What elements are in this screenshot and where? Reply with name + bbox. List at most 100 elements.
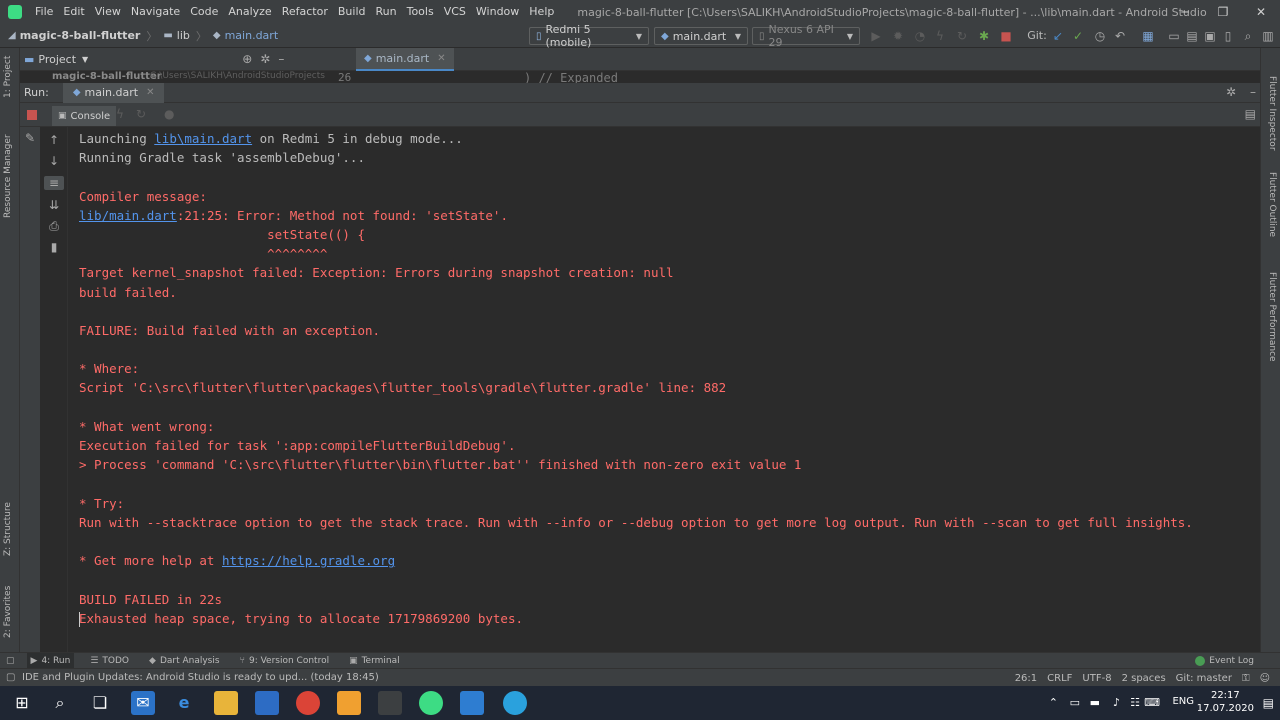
chrome-icon[interactable] [296,691,320,715]
menu-vcs[interactable]: VCS [439,0,471,24]
network-icon[interactable]: ☷ [1130,696,1140,709]
scroll-to-end-icon[interactable]: ⇊ [44,198,64,212]
layout-inspector-icon[interactable]: ▣ [1202,28,1218,44]
hot-restart-icon[interactable]: ↻ [954,28,970,44]
lock-icon[interactable]: ⚿ [1242,673,1250,684]
stripe-tab-project[interactable]: 1: Project [3,56,13,98]
hot-reload-icon[interactable]: ϟ [116,107,124,121]
console-output[interactable]: Launching lib\main.dart on Redmi 5 in de… [68,127,1260,652]
assistant-icon[interactable]: ▥ [1260,28,1276,44]
bottom-tab-dart-analysis[interactable]: ◆ Dart Analysis [145,653,224,669]
bottom-tab-run[interactable]: ▶ 4: Run [26,652,75,669]
keyboard-icon[interactable]: ⌨ [1144,696,1160,709]
stripe-tab-flutter-inspector[interactable]: Flutter Inspector [1267,76,1277,151]
event-log-tab[interactable]: Event Log [1195,653,1254,669]
run-tab-main-dart[interactable]: ◆ main.dart ✕ [62,82,165,103]
hide-icon[interactable]: – [278,52,284,66]
android-studio-icon[interactable] [419,691,443,715]
minimize-button[interactable]: ─ [1166,0,1204,24]
stripe-tab-favorites[interactable]: 2: Favorites [3,586,13,638]
git-branch[interactable]: Git: master [1176,673,1232,684]
editor-tab-main-dart[interactable]: ◆ main.dart ✕ [356,48,454,71]
language-indicator[interactable]: ENG [1172,696,1194,707]
menu-code[interactable]: Code [185,0,223,24]
soft-wrap-icon[interactable]: ≡ [44,176,64,190]
run-icon[interactable]: ▶ [868,28,884,44]
bottom-tab-version-control[interactable]: ⑂ 9: Version Control [236,653,334,669]
pycharm-icon[interactable] [378,691,402,715]
profile-icon[interactable]: ◔ [912,28,928,44]
arrow-down-icon[interactable]: ↓ [44,154,64,168]
menu-build[interactable]: Build [333,0,371,24]
breadcrumb-folder[interactable]: ▬ lib [163,29,190,42]
layout-icon[interactable]: ▤ [1245,107,1256,121]
menu-view[interactable]: View [90,0,126,24]
stripe-tab-flutter-performance[interactable]: Flutter Performance [1267,272,1277,362]
stripe-tab-flutter-outline[interactable]: Flutter Outline [1267,172,1277,237]
file-explorer-icon[interactable] [214,691,238,715]
stripe-tab-resource-manager[interactable]: Resource Manager [3,134,13,218]
edge-icon[interactable]: e [172,692,196,714]
device-selector[interactable]: ▯ Redmi 5 (mobile) ▼ [529,23,649,49]
stop-icon[interactable] [27,110,37,120]
console-link[interactable]: https://help.gradle.org [222,553,395,568]
windows-start-icon[interactable]: ⊞ [10,692,34,714]
photos-icon[interactable] [460,691,484,715]
status-message[interactable]: IDE and Plugin Updates: Android Studio i… [22,672,379,683]
console-link[interactable]: lib/main.dart [79,208,177,223]
breadcrumb-project[interactable]: ◢ magic-8-ball-flutter [8,29,140,42]
git-rollback-icon[interactable]: ↶ [1112,28,1128,44]
git-update-icon[interactable]: ↙ [1050,28,1066,44]
debug-icon[interactable]: ✹ [890,28,906,44]
arrow-up-icon[interactable]: ↑ [44,133,64,147]
notifications-icon[interactable]: ▤ [1263,696,1274,710]
avd-selector[interactable]: ▯ Nexus 6 API 29 ▼ [752,23,860,49]
indent-setting[interactable]: 2 spaces [1122,673,1166,684]
menu-analyze[interactable]: Analyze [223,0,276,24]
pin-icon[interactable]: ✎ [20,131,40,145]
console-tab[interactable]: ▣ Console [52,106,117,126]
project-view-selector[interactable]: ▬ Project ▼ [24,53,88,66]
stop-icon[interactable]: ■ [998,28,1014,44]
tray-app-icon[interactable]: ▭ [1070,696,1080,709]
search-icon[interactable]: ⌕ [1240,28,1256,44]
settings-icon[interactable]: ✲ [1226,85,1236,99]
file-encoding[interactable]: UTF-8 [1082,673,1111,684]
open-devtools-icon[interactable]: ● [164,107,174,121]
menu-edit[interactable]: Edit [58,0,89,24]
cursor-position[interactable]: 26:1 [1015,673,1037,684]
sdk-manager-icon[interactable]: ▤ [1184,28,1200,44]
volume-icon[interactable]: ♪ [1113,696,1120,709]
menu-tools[interactable]: Tools [402,0,439,24]
telegram-icon[interactable] [503,691,527,715]
run-config-selector[interactable]: ◆ main.dart ▼ [654,27,748,45]
hide-icon[interactable]: – [1250,85,1256,99]
avd-manager-icon[interactable]: ▭ [1166,28,1182,44]
menu-refactor[interactable]: Refactor [277,0,333,24]
task-view-icon[interactable]: ❏ [88,692,112,714]
store-icon[interactable] [255,691,279,715]
tray-chevron-up-icon[interactable]: ⌃ [1049,696,1058,709]
close-tab-icon[interactable]: ✕ [437,53,445,64]
device-manager-icon[interactable]: ▯ [1220,28,1236,44]
close-tab-icon[interactable]: ✕ [146,87,154,98]
close-window-button[interactable]: ✕ [1242,0,1280,24]
system-clock[interactable]: 22:17 17.07.2020 [1197,689,1254,715]
settings-icon[interactable]: ✲ [260,52,270,66]
hot-restart-icon[interactable]: ↻ [136,107,146,121]
console-link[interactable]: lib\main.dart [154,131,252,146]
bottom-tab-todo[interactable]: ☰ TODO [86,653,133,669]
bug-icon[interactable]: ✱ [976,28,992,44]
print-icon[interactable]: ⎙ [44,219,64,234]
breadcrumb-file[interactable]: ◆ main.dart [213,29,278,42]
git-commit-icon[interactable]: ✓ [1070,28,1086,44]
battery-icon[interactable]: ▬ [1090,696,1100,709]
hot-reload-icon[interactable]: ϟ [932,28,948,44]
search-icon[interactable]: ⌕ [48,692,72,714]
trash-icon[interactable]: ▮ [44,240,64,254]
maximize-button[interactable]: ❐ [1204,0,1242,24]
stripe-tab-structure[interactable]: Z: Structure [3,502,13,556]
git-history-icon[interactable]: ◷ [1092,28,1108,44]
line-separator[interactable]: CRLF [1047,673,1072,684]
status-message-icon[interactable]: ▢ [6,672,15,683]
